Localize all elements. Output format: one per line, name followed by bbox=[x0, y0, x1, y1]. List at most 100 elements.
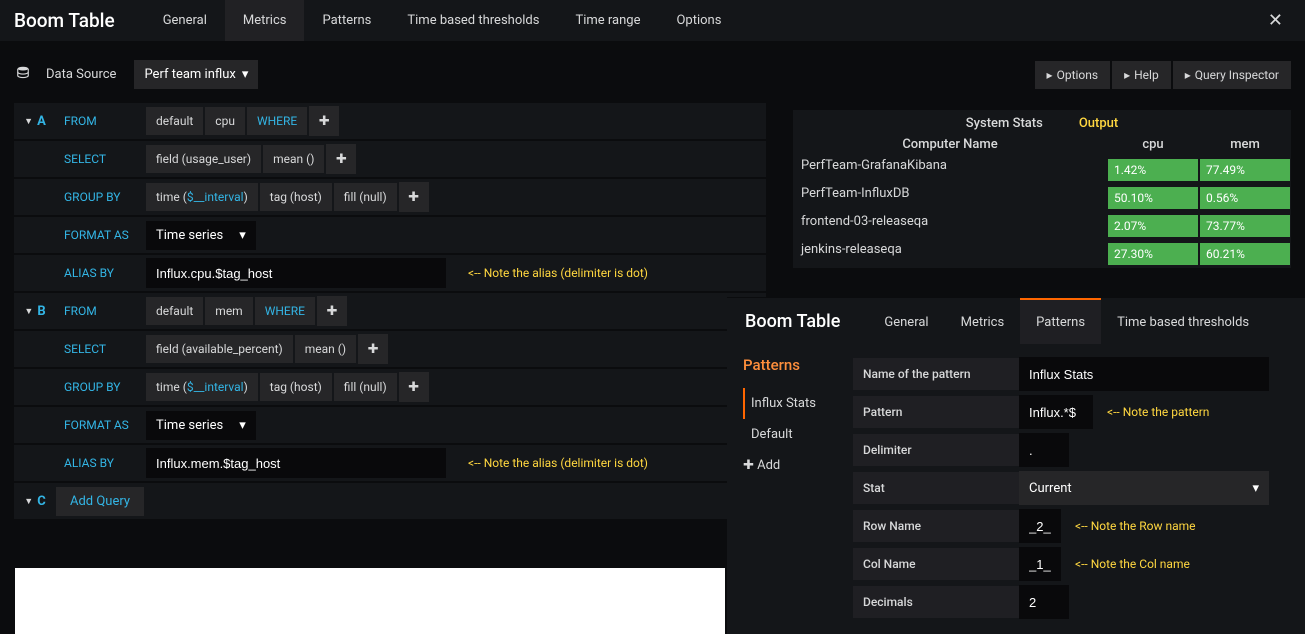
rowname-input[interactable] bbox=[1019, 509, 1061, 543]
query-options-button[interactable]: ▸Options bbox=[1035, 61, 1111, 89]
groupby-tag[interactable]: tag (host) bbox=[260, 373, 332, 401]
groupby-label: GROUP BY bbox=[56, 380, 146, 394]
table-row: frontend-03-releaseqa2.07%73.77% bbox=[793, 212, 1291, 240]
overlay-panel-title: Boom Table bbox=[745, 311, 840, 332]
groupby-tag[interactable]: tag (host) bbox=[260, 183, 332, 211]
plus-icon: ✚ bbox=[408, 190, 419, 205]
col-mem: mem bbox=[1199, 137, 1291, 152]
where-keyword[interactable]: WHERE bbox=[255, 297, 315, 325]
where-add-button[interactable]: ✚ bbox=[317, 296, 347, 326]
overlay-tab-patterns[interactable]: Patterns bbox=[1020, 298, 1101, 344]
pattern-name-label: Name of the pattern bbox=[853, 358, 1019, 390]
tab-general[interactable]: General bbox=[145, 0, 225, 41]
query-toggle-b[interactable]: ▼B bbox=[14, 304, 56, 319]
select-label: SELECT bbox=[56, 342, 146, 356]
tab-options[interactable]: Options bbox=[658, 0, 739, 41]
query-toggle-a[interactable]: ▼A bbox=[14, 114, 56, 129]
sidebar-item-default[interactable]: Default bbox=[743, 419, 833, 450]
select-add-button[interactable]: ✚ bbox=[358, 334, 388, 364]
alias-input[interactable] bbox=[146, 448, 446, 478]
preview-rows: PerfTeam-GrafanaKibana1.42%77.49% PerfTe… bbox=[793, 156, 1291, 268]
datasource-label: Data Source bbox=[46, 67, 116, 82]
from-default[interactable]: default bbox=[146, 107, 203, 135]
select-agg[interactable]: mean () bbox=[295, 335, 356, 363]
pattern-name-input[interactable] bbox=[1019, 357, 1269, 391]
pattern-note: <-- Note the pattern bbox=[1107, 405, 1209, 419]
caret-down-icon: ▾ bbox=[242, 67, 249, 82]
select-field[interactable]: field (usage_user) bbox=[146, 145, 261, 173]
overlay-tab-metrics[interactable]: Metrics bbox=[945, 298, 1021, 344]
tab-time-range[interactable]: Time range bbox=[557, 0, 658, 41]
select-label: SELECT bbox=[56, 152, 146, 166]
decimals-input[interactable] bbox=[1019, 585, 1069, 619]
panel-title: Boom Table bbox=[14, 9, 115, 32]
where-keyword[interactable]: WHERE bbox=[247, 107, 307, 135]
col-cpu: cpu bbox=[1107, 137, 1199, 152]
cpu-cell: 1.42% bbox=[1108, 159, 1198, 181]
query-toggle-c[interactable]: ▼C bbox=[14, 494, 56, 509]
close-icon[interactable]: ✕ bbox=[1260, 10, 1291, 31]
groupby-time[interactable]: time ($__interval) bbox=[146, 183, 258, 211]
plus-icon: ✚ bbox=[368, 342, 379, 357]
from-measurement[interactable]: mem bbox=[205, 297, 252, 325]
patterns-editor-overlay: Boom Table General Metrics Patterns Time… bbox=[727, 297, 1305, 634]
query-help-button[interactable]: ▸Help bbox=[1112, 61, 1171, 89]
rowname-note: <-- Note the Row name bbox=[1075, 519, 1196, 533]
colname-input[interactable] bbox=[1019, 547, 1061, 581]
groupby-label: GROUP BY bbox=[56, 190, 146, 204]
tab-patterns[interactable]: Patterns bbox=[304, 0, 389, 41]
pattern-pattern-input[interactable] bbox=[1019, 395, 1093, 429]
from-measurement[interactable]: cpu bbox=[205, 107, 245, 135]
stat-label: Stat bbox=[853, 472, 1019, 504]
alias-note: <-- Note the alias (delimiter is dot) bbox=[468, 456, 648, 470]
database-icon bbox=[14, 66, 32, 84]
cpu-cell: 2.07% bbox=[1108, 215, 1198, 237]
groupby-time[interactable]: time ($__interval) bbox=[146, 373, 258, 401]
groupby-fill[interactable]: fill (null) bbox=[334, 183, 397, 211]
col-computer-name: Computer Name bbox=[793, 137, 1107, 152]
where-add-button[interactable]: ✚ bbox=[309, 106, 339, 136]
pattern-form: Name of the pattern Pattern <-- Note the… bbox=[853, 356, 1289, 622]
groupby-add-button[interactable]: ✚ bbox=[399, 372, 429, 402]
table-row: jenkins-releaseqa27.30%60.21% bbox=[793, 240, 1291, 268]
select-add-button[interactable]: ✚ bbox=[326, 144, 356, 174]
alias-label: ALIAS BY bbox=[56, 456, 146, 470]
table-row: PerfTeam-InfluxDB50.10%0.56% bbox=[793, 184, 1291, 212]
overlay-tab-time-thresholds[interactable]: Time based thresholds bbox=[1101, 298, 1265, 344]
query-c: ▼C Add Query bbox=[14, 483, 766, 519]
alias-label: ALIAS BY bbox=[56, 266, 146, 280]
delimiter-input[interactable] bbox=[1019, 433, 1069, 467]
sidebar-add-pattern[interactable]: ✚ Add bbox=[743, 450, 833, 481]
format-select[interactable]: Time series▾ bbox=[146, 411, 256, 440]
caret-down-icon: ▼ bbox=[24, 496, 33, 507]
mem-cell: 60.21% bbox=[1200, 243, 1290, 265]
datasource-select[interactable]: Perf team influx ▾ bbox=[134, 60, 258, 89]
groupby-fill[interactable]: fill (null) bbox=[334, 373, 397, 401]
sidebar-item-influx-stats[interactable]: Influx Stats bbox=[743, 388, 833, 419]
query-inspector-button[interactable]: ▸Query Inspector bbox=[1173, 61, 1291, 89]
tab-metrics[interactable]: Metrics bbox=[225, 0, 305, 41]
overlay-tab-general[interactable]: General bbox=[868, 298, 944, 344]
from-label: FROM bbox=[56, 114, 146, 128]
caret-down-icon: ▾ bbox=[1252, 481, 1259, 496]
mem-cell: 0.56% bbox=[1200, 187, 1290, 209]
preview-title-system: System Stats bbox=[966, 116, 1043, 131]
groupby-add-button[interactable]: ✚ bbox=[399, 182, 429, 212]
stat-select[interactable]: Current▾ bbox=[1019, 471, 1269, 505]
delimiter-label: Delimiter bbox=[853, 434, 1019, 466]
alias-input[interactable] bbox=[146, 258, 446, 288]
colname-label: Col Name bbox=[853, 548, 1019, 580]
alias-note: <-- Note the alias (delimiter is dot) bbox=[468, 266, 648, 280]
add-query-button[interactable]: Add Query bbox=[56, 487, 144, 516]
format-select[interactable]: Time series▾ bbox=[146, 221, 256, 250]
tab-time-thresholds[interactable]: Time based thresholds bbox=[389, 0, 557, 41]
select-field[interactable]: field (available_percent) bbox=[146, 335, 293, 363]
select-agg[interactable]: mean () bbox=[263, 145, 324, 173]
plus-icon: ✚ bbox=[327, 304, 338, 319]
from-default[interactable]: default bbox=[146, 297, 203, 325]
editor-tab-bar: Boom Table General Metrics Patterns Time… bbox=[0, 0, 1305, 42]
preview-title-output: Output bbox=[1079, 116, 1118, 131]
query-b: ▼B FROM default mem WHERE ✚ SELECT field… bbox=[14, 293, 766, 481]
from-label: FROM bbox=[56, 304, 146, 318]
rowname-label: Row Name bbox=[853, 510, 1019, 542]
